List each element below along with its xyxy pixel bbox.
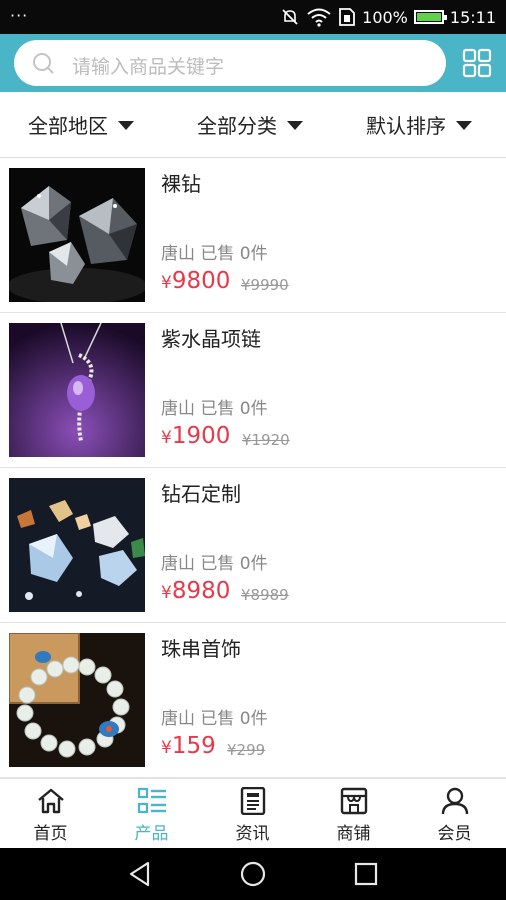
filter-bar: 全部地区 全部分类 默认排序 (0, 92, 506, 158)
product-image-amethyst-necklace[interactable] (9, 323, 145, 457)
app-screen: ··· 100% 15:11 请输入商品关键字 全部地区 全部分类 默认排序 裸… (0, 0, 506, 900)
product-meta: 唐山 已售 0件 (161, 399, 268, 419)
product-item[interactable]: 钻石定制 唐山 已售 0件 ¥8980 ¥8989 (0, 468, 506, 623)
product-image-gemstones[interactable] (9, 478, 145, 612)
product-meta: 唐山 已售 0件 (161, 709, 268, 729)
tab-member-label: 会员 (437, 824, 472, 844)
filter-category-label: 全部分类 (197, 114, 277, 138)
product-price: ¥159 (161, 733, 216, 759)
clock: 15:11 (449, 7, 496, 27)
status-icons: 100% 15:11 (280, 7, 496, 27)
search-icon (33, 53, 54, 74)
currency-symbol: ¥ (161, 428, 172, 448)
shop-icon (340, 787, 368, 815)
tab-products-label: 产品 (134, 824, 169, 844)
home-icon (38, 788, 64, 814)
top-header: 请输入商品关键字 (0, 34, 506, 92)
battery-icon (413, 10, 447, 24)
mute-icon (282, 9, 298, 25)
product-list: 裸钻 唐山 已售 0件 ¥9800 ¥9990 紫水晶项链 唐山 已售 0件 ¥… (0, 158, 506, 778)
tab-member[interactable]: 会员 (404, 779, 505, 849)
product-price: ¥9800 (161, 268, 230, 294)
product-meta: 唐山 已售 0件 (161, 554, 268, 574)
product-item[interactable]: 紫水晶项链 唐山 已售 0件 ¥1900 ¥1920 (0, 313, 506, 468)
price-value: 1900 (171, 423, 231, 449)
battery-percent: 100% (362, 7, 408, 27)
product-old-price: ¥1920 (242, 431, 290, 449)
filter-sort-label: 默认排序 (366, 114, 446, 138)
tab-home[interactable]: 首页 (0, 779, 101, 849)
product-meta: 唐山 已售 0件 (161, 244, 268, 264)
price-value: 159 (171, 733, 216, 759)
product-old-price: ¥299 (227, 741, 266, 759)
product-item[interactable]: 裸钻 唐山 已售 0件 ¥9800 ¥9990 (0, 158, 506, 313)
tab-news-label: 资讯 (235, 824, 270, 844)
caret-down-icon (118, 121, 134, 130)
battery-level-fill (416, 13, 441, 21)
wifi-icon (307, 8, 331, 27)
home-circle-icon[interactable] (239, 860, 267, 888)
grid-menu-icon[interactable] (462, 48, 492, 78)
product-image-bead-bracelet[interactable] (9, 633, 145, 767)
bottom-tab-bar: 首页 产品 资讯 商铺 会员 (0, 778, 506, 848)
tab-shop-label: 商铺 (336, 824, 371, 844)
status-bar: ··· 100% 15:11 (0, 0, 506, 34)
product-price: ¥1900 (161, 423, 230, 449)
price-value: 8980 (171, 578, 231, 604)
tab-news[interactable]: 资讯 (202, 779, 303, 849)
product-item[interactable]: 珠串首饰 唐山 已售 0件 ¥159 ¥299 (0, 623, 506, 778)
price-value: 9800 (171, 268, 231, 294)
tab-products[interactable]: 产品 (101, 779, 202, 849)
product-name: 珠串首饰 (161, 637, 241, 661)
tab-home-label: 首页 (33, 824, 68, 844)
notification-dots: ··· (10, 6, 29, 25)
caret-down-icon (456, 121, 472, 130)
product-name: 裸钻 (161, 172, 201, 196)
product-name: 钻石定制 (161, 482, 241, 506)
product-old-price: ¥9990 (241, 276, 289, 294)
currency-symbol: ¥ (161, 273, 172, 293)
currency-symbol: ¥ (161, 583, 172, 603)
product-old-price: ¥8989 (241, 586, 289, 604)
product-price: ¥8980 (161, 578, 230, 604)
product-name: 紫水晶项链 (161, 327, 261, 351)
filter-region-label: 全部地区 (28, 114, 108, 138)
user-icon (441, 787, 469, 815)
search-placeholder: 请输入商品关键字 (72, 56, 225, 78)
back-icon[interactable] (126, 860, 154, 888)
news-icon (240, 787, 266, 815)
filter-region[interactable]: 全部地区 (28, 110, 134, 139)
search-input[interactable]: 请输入商品关键字 (14, 40, 446, 86)
system-nav-bar (0, 848, 506, 900)
sim-icon (339, 8, 356, 26)
list-icon (137, 787, 166, 814)
product-image-diamonds[interactable] (9, 168, 145, 302)
recent-apps-icon[interactable] (352, 860, 380, 888)
filter-sort[interactable]: 默认排序 (366, 110, 472, 139)
currency-symbol: ¥ (161, 738, 172, 758)
tab-shop[interactable]: 商铺 (303, 779, 404, 849)
filter-category[interactable]: 全部分类 (197, 110, 303, 139)
caret-down-icon (287, 121, 303, 130)
